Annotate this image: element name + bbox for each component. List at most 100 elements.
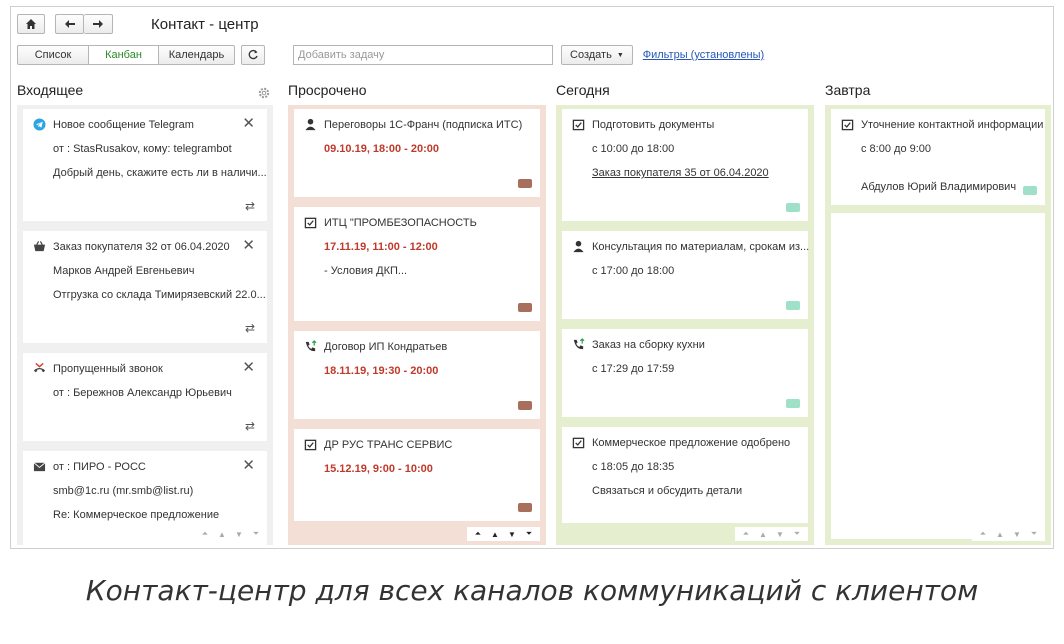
first-page-icon[interactable]: ⏶: [471, 529, 485, 539]
card-title: Договор ИП Кондратьев: [324, 341, 448, 353]
overdue-card[interactable]: ИТЦ "ПРОМБЕЗОПАСНОСТЬ 17.11.19, 11:00 - …: [294, 207, 540, 321]
prev-page-icon[interactable]: ▲: [993, 530, 1007, 539]
card-note: Абдулов Юрий Владимирович: [861, 181, 1017, 193]
swap-icon[interactable]: ⇄: [245, 321, 255, 335]
today-card[interactable]: Подготовить документы с 10:00 до 18:00 З…: [562, 109, 808, 221]
person-icon: [303, 117, 317, 131]
task-icon: [571, 117, 585, 131]
last-page-icon[interactable]: ⏷: [522, 529, 536, 539]
home-button[interactable]: [17, 14, 45, 34]
card-title: ДР РУС ТРАНС СЕРВИС: [324, 439, 453, 451]
toolbar: Список Канбан Календарь Добавить задачу …: [17, 44, 764, 66]
next-page-icon[interactable]: ▼: [232, 530, 246, 539]
today-card[interactable]: Заказ на сборку кухни с 17:29 до 17:59: [562, 329, 808, 417]
prev-page-icon[interactable]: ▲: [488, 530, 502, 539]
card-title: Заказ покупателя 32 от 06.04.2020: [53, 241, 230, 253]
next-page-icon[interactable]: ▼: [773, 530, 787, 539]
card-title: Пропущенный звонок: [53, 363, 163, 375]
first-page-icon[interactable]: ⏶: [739, 529, 753, 539]
last-page-icon[interactable]: ⏷: [249, 529, 263, 539]
overdue-card[interactable]: Переговоры 1С-Франч (подписка ИТС) 09.10…: [294, 109, 540, 197]
close-icon[interactable]: ✕: [242, 456, 255, 474]
card-link[interactable]: Заказ покупателя 35 от 06.04.2020: [592, 167, 769, 179]
task-icon: [571, 435, 585, 449]
column-inbox: Новое сообщение Telegram от : StasRusako…: [17, 105, 273, 545]
card-line: от : StasRusakov, кому: telegrambot: [53, 143, 232, 155]
forward-button[interactable]: [84, 14, 113, 34]
card-title: Заказ на сборку кухни: [592, 339, 705, 351]
app-window: Контакт - центр Список Канбан Календарь …: [10, 6, 1054, 549]
inbox-card[interactable]: Новое сообщение Telegram от : StasRusako…: [23, 109, 267, 221]
overdue-pager: ⏶ ▲ ▼ ⏷: [467, 527, 540, 541]
create-button-label: Создать: [570, 49, 612, 61]
card-title: Консультация по материалам, срокам из...: [592, 241, 810, 253]
first-page-icon[interactable]: ⏶: [976, 529, 990, 539]
card-time: с 18:05 до 18:35: [592, 461, 675, 473]
card-time: 18.11.19, 19:30 - 20:00: [324, 365, 439, 377]
overdue-card[interactable]: ДР РУС ТРАНС СЕРВИС 15.12.19, 9:00 - 10:…: [294, 429, 540, 521]
swap-icon[interactable]: ⇄: [245, 199, 255, 213]
column-today: Подготовить документы с 10:00 до 18:00 З…: [556, 105, 814, 545]
filters-link[interactable]: Фильтры (установлены): [643, 49, 764, 61]
card-title: Подготовить документы: [592, 119, 715, 131]
last-page-icon[interactable]: ⏷: [1027, 529, 1041, 539]
card-note: - Условия ДКП...: [324, 265, 408, 277]
create-button[interactable]: Создать ▼: [561, 45, 633, 65]
card-tag: [518, 401, 532, 410]
chevron-down-icon: ▼: [616, 51, 624, 59]
card-title: Уточнение контактной информации: [861, 119, 1044, 131]
card-tag: [786, 203, 800, 212]
add-task-input[interactable]: Добавить задачу: [293, 45, 553, 65]
prev-page-icon[interactable]: ▲: [756, 530, 770, 539]
card-line: Re: Коммерческое предложение: [53, 509, 220, 521]
swap-icon[interactable]: ⇄: [245, 419, 255, 433]
back-button[interactable]: [55, 14, 84, 34]
close-icon[interactable]: ✕: [242, 358, 255, 376]
card-time: с 17:00 до 18:00: [592, 265, 675, 277]
column-overdue: Переговоры 1С-Франч (подписка ИТС) 09.10…: [288, 105, 546, 545]
task-icon: [303, 215, 317, 229]
view-kanban-button[interactable]: Канбан: [89, 45, 159, 65]
page-title: Контакт - центр: [151, 15, 259, 33]
last-page-icon[interactable]: ⏷: [790, 529, 804, 539]
card-tag: [518, 503, 532, 512]
view-calendar-button[interactable]: Календарь: [159, 45, 235, 65]
card-tag: [786, 301, 800, 310]
today-card[interactable]: Коммерческое предложение одобрено с 18:0…: [562, 427, 808, 523]
tomorrow-card[interactable]: Уточнение контактной информации с 8:00 д…: [831, 109, 1045, 205]
next-page-icon[interactable]: ▼: [505, 530, 519, 539]
today-card[interactable]: Консультация по материалам, срокам из...…: [562, 231, 810, 319]
inbox-card[interactable]: Пропущенный звонок от : Бережнов Алексан…: [23, 353, 267, 441]
card-tag: [1023, 186, 1037, 195]
header-top: Контакт - центр: [17, 13, 259, 35]
card-time: 09.10.19, 18:00 - 20:00: [324, 143, 439, 155]
first-page-icon[interactable]: ⏶: [198, 529, 212, 539]
column-title-today: Сегодня: [556, 82, 610, 98]
tomorrow-pager: ⏶ ▲ ▼ ⏷: [972, 527, 1045, 541]
view-switcher: Список Канбан Календарь: [17, 45, 235, 65]
card-line: от : Бережнов Александр Юрьевич: [53, 387, 232, 399]
refresh-button[interactable]: [241, 45, 265, 65]
caption: Контакт-центр для всех каналов коммуника…: [85, 574, 979, 607]
history-nav: [55, 14, 113, 34]
close-icon[interactable]: ✕: [242, 236, 255, 254]
card-tag: [518, 179, 532, 188]
card-line: smb@1c.ru (mr.smb@list.ru): [53, 485, 194, 497]
missed-call-icon: [32, 361, 46, 375]
gear-icon[interactable]: [257, 86, 271, 100]
prev-page-icon[interactable]: ▲: [215, 530, 229, 539]
arrow-right-icon: [93, 20, 103, 28]
card-title: Новое сообщение Telegram: [53, 119, 194, 131]
view-list-button[interactable]: Список: [17, 45, 89, 65]
overdue-card[interactable]: Договор ИП Кондратьев 18.11.19, 19:30 - …: [294, 331, 540, 419]
card-time: с 8:00 до 9:00: [861, 143, 932, 155]
next-page-icon[interactable]: ▼: [1010, 530, 1024, 539]
close-icon[interactable]: ✕: [242, 114, 255, 132]
column-tomorrow: Уточнение контактной информации с 8:00 д…: [825, 105, 1051, 545]
telegram-icon: [32, 117, 46, 131]
card-tag: [786, 399, 800, 408]
card-note: Связаться и обсудить детали: [592, 485, 743, 497]
card-title: Переговоры 1С-Франч (подписка ИТС): [324, 119, 523, 131]
column-title-tomorrow: Завтра: [825, 82, 871, 98]
inbox-card[interactable]: Заказ покупателя 32 от 06.04.2020 Марков…: [23, 231, 267, 343]
